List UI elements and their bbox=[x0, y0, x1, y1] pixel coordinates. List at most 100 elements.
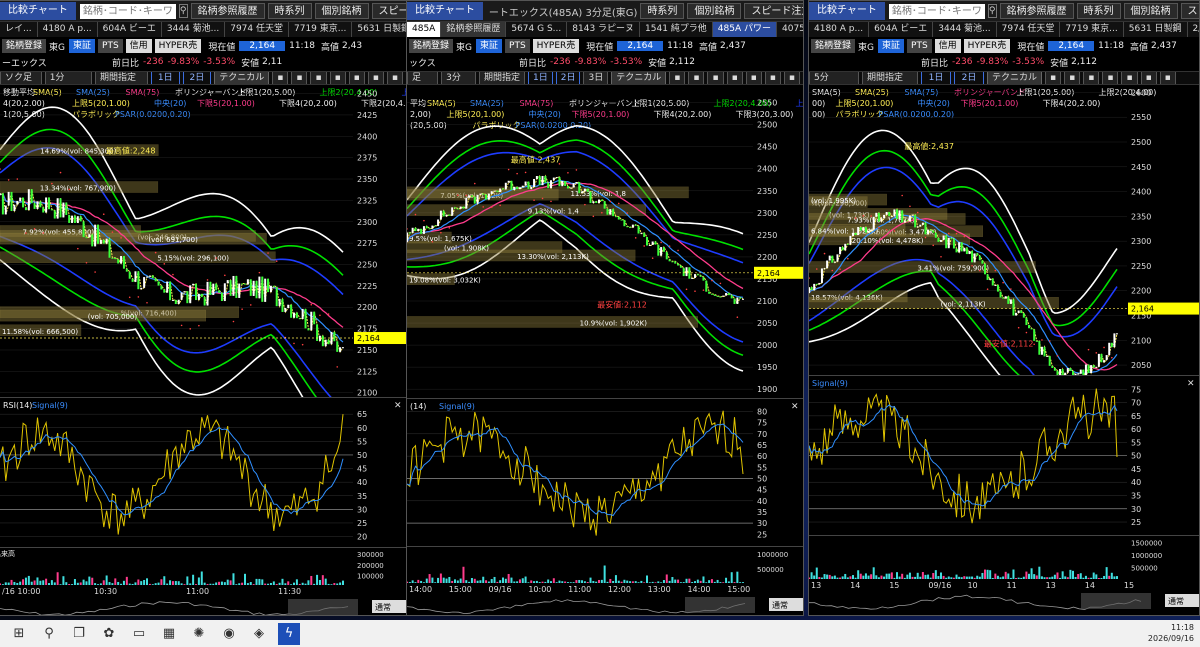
market-pts-button[interactable]: PTS bbox=[907, 39, 932, 53]
close-panel-icon[interactable]: ✕ bbox=[394, 401, 402, 411]
history-button[interactable]: 銘柄参照履歴 bbox=[441, 22, 507, 37]
bar-chart-icon[interactable]: ▪ bbox=[1083, 72, 1100, 84]
interval-select[interactable]: 5分 bbox=[809, 72, 859, 84]
symbol-tab-1[interactable]: 8143 ラピーヌ bbox=[567, 22, 641, 37]
range-1day[interactable]: 1日 bbox=[150, 72, 180, 84]
period-select[interactable]: 期間指定 bbox=[862, 72, 918, 84]
compare-chart-button[interactable]: 比較チャート bbox=[407, 2, 483, 20]
calculator-icon[interactable]: ▦ bbox=[158, 623, 180, 645]
technical-button[interactable]: テクニカル bbox=[611, 72, 667, 84]
camera-icon[interactable]: ▪ bbox=[329, 72, 346, 84]
bar-chart-icon[interactable]: ▪ bbox=[707, 72, 724, 84]
market-tse-button[interactable]: 東証 bbox=[69, 39, 96, 53]
symbol-tab-4[interactable]: 7719 東京... bbox=[1060, 22, 1124, 37]
time-axis[interactable]: 14:00 15:00 09/16 10:00 11:00 12:00 13:00 14:00… bbox=[407, 583, 804, 615]
menu-item-1[interactable]: 個別銘柄 bbox=[314, 3, 369, 19]
zoom-out-icon[interactable]: ▪ bbox=[1064, 72, 1081, 84]
bar-chart-icon[interactable]: ▪ bbox=[310, 72, 327, 84]
price-chart[interactable]: 移動平均SMA(5) SMA(25) SMA(75) ボリンジャーバンド上限1(20,… bbox=[0, 85, 407, 397]
period-select[interactable]: 期間指定 bbox=[95, 72, 148, 84]
search-value[interactable]: 485A bbox=[407, 22, 442, 37]
range-3day[interactable]: 3日 bbox=[583, 72, 609, 84]
menu-item-2[interactable]: スピード注文 bbox=[371, 3, 406, 19]
lock-icon[interactable]: ▪ bbox=[348, 72, 365, 84]
navigator-range-handle[interactable] bbox=[685, 597, 755, 613]
hyper-sell-button[interactable]: HYPER売 bbox=[154, 39, 202, 53]
zoom-out-icon[interactable]: ▪ bbox=[291, 72, 308, 84]
symbol-tab-0[interactable]: 4180 A p... bbox=[809, 22, 870, 37]
register-button[interactable]: 銘柄登録 bbox=[2, 39, 47, 53]
symbol-tab-3[interactable]: 7974 任天堂 bbox=[997, 22, 1061, 37]
menu-item-1[interactable]: 個別銘柄 bbox=[1123, 3, 1178, 19]
chrome-icon[interactable]: ◉ bbox=[218, 623, 240, 645]
task-view-icon[interactable]: ❐ bbox=[68, 623, 90, 645]
menu-item-2[interactable]: スピード注文 bbox=[1180, 3, 1199, 19]
zoom-icon[interactable]: ▪ bbox=[272, 72, 289, 84]
volume-panel[interactable]: 1000000 500000 bbox=[407, 546, 804, 583]
price-chart[interactable]: SMA(5) SMA(25) SMA(75) ボリンジャーバンド上限1(20,5.00… bbox=[809, 85, 1200, 375]
register-button[interactable]: 銘柄登録 bbox=[811, 39, 856, 53]
symbol-search-input[interactable] bbox=[888, 3, 985, 19]
volume-panel[interactable]: 出来高 300000 200000 100000 bbox=[0, 547, 407, 585]
search-icon[interactable]: ⚲ bbox=[38, 623, 60, 645]
symbol-tab-1[interactable]: 604A ビーエ bbox=[869, 22, 934, 37]
symbol-tab-1[interactable]: 4180 A p... bbox=[38, 22, 98, 37]
compare-chart-button[interactable]: 比較チャート bbox=[0, 2, 76, 20]
file-explorer-icon[interactable]: ▭ bbox=[128, 623, 150, 645]
grid-icon[interactable]: ▪ bbox=[1140, 72, 1157, 84]
copilot-icon[interactable]: ✿ bbox=[98, 623, 120, 645]
symbol-tab-2[interactable]: 604A ビーエ bbox=[98, 22, 162, 37]
symbol-tab-2[interactable]: 3444 菊池... bbox=[933, 22, 997, 37]
navigator-range-handle[interactable] bbox=[1081, 593, 1151, 609]
trading-app-icon[interactable]: ϟ bbox=[278, 622, 300, 645]
rsi-panel[interactable]: 75 70 65 60 55 50 45 40 35 30 25 Signal(9) ✕ bbox=[809, 375, 1200, 535]
rsi-panel[interactable]: 80 75 70 65 60 55 50 45 40 35 30 25 (14) Signal(9) ✕ bbox=[407, 398, 804, 546]
price-chart[interactable]: 平均 SMA(5) SMA(25) SMA(75) ボリンジャーバンド上限1(20,5.… bbox=[407, 96, 804, 398]
symbol-tab-4[interactable]: 4075 ブレイ... bbox=[777, 22, 803, 37]
symbol-tab-6[interactable]: 5631 日製鋼 bbox=[352, 22, 406, 37]
grid-icon[interactable]: ▪ bbox=[367, 72, 384, 84]
market-tse-button[interactable]: 東証 bbox=[476, 39, 503, 53]
credit-button[interactable]: 信用 bbox=[934, 39, 961, 53]
technical-button[interactable]: テクニカル bbox=[987, 72, 1043, 84]
interval-select[interactable]: 1分 bbox=[44, 72, 92, 84]
lock-icon[interactable]: ▪ bbox=[1121, 72, 1138, 84]
zoom-icon[interactable]: ▪ bbox=[1045, 72, 1062, 84]
market-pts-button[interactable]: PTS bbox=[98, 39, 123, 53]
history-button[interactable]: 銘柄参照履歴 bbox=[190, 3, 265, 19]
settings-icon[interactable]: ▪ bbox=[783, 72, 800, 84]
symbol-tab-0[interactable]: 5674 G S... bbox=[506, 22, 568, 37]
menu-item-0[interactable]: 時系列 bbox=[640, 3, 685, 19]
volume-panel[interactable]: 1500000 1000000 500000 bbox=[809, 535, 1200, 579]
search-icon[interactable]: ⚲ bbox=[987, 4, 997, 18]
range-2day[interactable]: 2日 bbox=[182, 72, 212, 84]
range-2day[interactable]: 2日 bbox=[555, 72, 581, 84]
zoom-icon[interactable]: ▪ bbox=[669, 72, 686, 84]
camera-icon[interactable]: ▪ bbox=[1102, 72, 1119, 84]
chart-type-select[interactable]: 足 bbox=[407, 72, 439, 84]
close-panel-icon[interactable]: ✕ bbox=[791, 402, 799, 412]
menu-item-1[interactable]: 個別銘柄 bbox=[687, 3, 742, 19]
credit-button[interactable]: 信用 bbox=[125, 39, 152, 53]
market-pts-button[interactable]: PTS bbox=[505, 39, 530, 53]
search-icon[interactable]: ⚲ bbox=[178, 4, 188, 18]
navigator-range-handle[interactable] bbox=[288, 599, 358, 615]
chart-type-select[interactable]: ソク足 bbox=[0, 72, 42, 84]
symbol-search-input[interactable] bbox=[79, 3, 176, 19]
rsi-panel[interactable]: 65 60 55 50 45 40 35 30 25 20 RSI(14) Signal(9) ✕ bbox=[0, 397, 407, 547]
app-icon[interactable]: ◈ bbox=[248, 623, 270, 645]
market-tse-button[interactable]: 東証 bbox=[878, 39, 905, 53]
chatgpt-icon[interactable]: ✺ bbox=[188, 623, 210, 645]
symbol-tab-5[interactable]: 7719 東京... bbox=[289, 22, 353, 37]
range-1day[interactable]: 1日 bbox=[528, 72, 553, 84]
register-button[interactable]: 銘柄登録 bbox=[409, 39, 454, 53]
clock[interactable]: 11:18 2026/09/16 bbox=[1148, 622, 1194, 644]
interval-select[interactable]: 3分 bbox=[441, 72, 476, 84]
close-panel-icon[interactable]: ✕ bbox=[1187, 379, 1195, 389]
settings-icon[interactable]: ▪ bbox=[386, 72, 403, 84]
period-select[interactable]: 期間指定 bbox=[479, 72, 526, 84]
time-axis[interactable]: /16 10:00 10:30 11:00 11:30 通常 bbox=[0, 585, 407, 616]
menu-item-2[interactable]: スピード注文 bbox=[744, 3, 803, 19]
symbol-tab-0[interactable]: レイ... bbox=[0, 22, 38, 37]
symbol-tab-2[interactable]: 1541 純プラ他 bbox=[640, 22, 713, 37]
